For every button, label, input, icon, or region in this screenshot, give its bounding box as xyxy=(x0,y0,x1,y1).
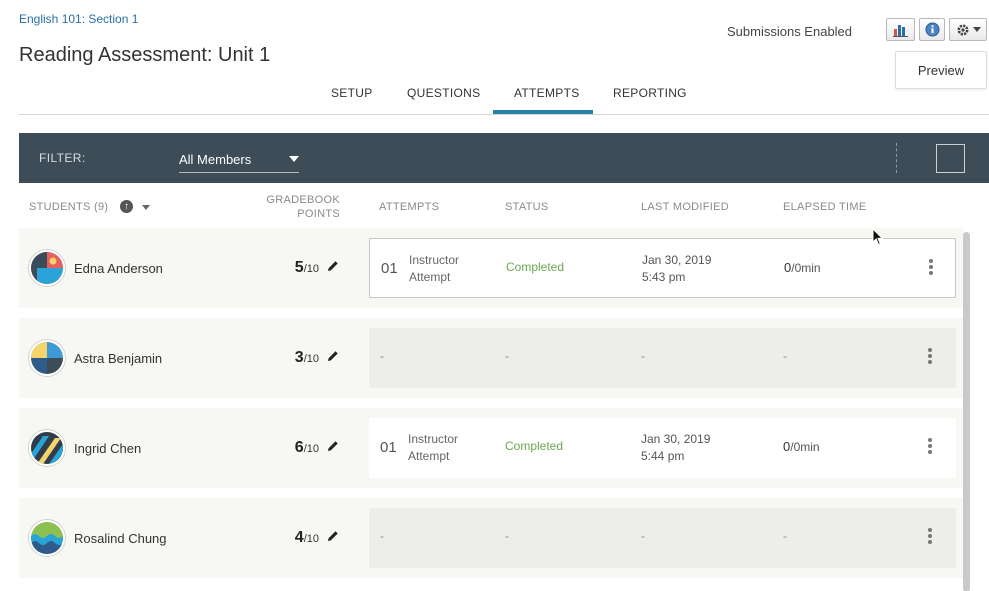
sort-up-icon[interactable]: ↑ xyxy=(120,200,133,213)
reports-button[interactable] xyxy=(886,18,915,41)
elapsed-time: - xyxy=(783,529,787,543)
tab-setup[interactable]: SETUP xyxy=(331,86,373,100)
more-options-icon[interactable] xyxy=(928,259,934,277)
status-badge: - xyxy=(505,529,509,543)
sort-dropdown-icon[interactable] xyxy=(142,205,150,210)
table-row: Ingrid Chen 6/10 01 Instructor Attempt C… xyxy=(19,408,964,488)
bar-chart-icon xyxy=(892,24,908,37)
elapsed-unit: /0min xyxy=(790,440,820,454)
attempt-type: Instructor Attempt xyxy=(408,431,478,465)
attempt-number: 01 xyxy=(381,260,398,277)
attempt-number: - xyxy=(380,529,384,543)
attempt-type-line1: Instructor xyxy=(408,432,459,446)
elapsed-time: - xyxy=(783,349,787,363)
elapsed-time: 0/0min xyxy=(784,260,821,275)
attempt-type-line2: Attempt xyxy=(408,449,450,463)
settings-button[interactable] xyxy=(949,18,987,41)
column-header-students: STUDENTS (9) xyxy=(29,201,109,213)
last-modified-date: Jan 30, 2019 xyxy=(641,432,711,446)
chevron-down-icon xyxy=(972,26,981,32)
tab-bar: SETUP QUESTIONS ATTEMPTS REPORTING xyxy=(0,80,989,114)
attempt-type-line2: Attempt xyxy=(409,270,451,284)
points-total: /10 xyxy=(303,533,319,545)
edit-points-icon[interactable] xyxy=(327,350,339,362)
filter-divider xyxy=(896,143,897,173)
breadcrumb[interactable]: English 101: Section 1 xyxy=(19,12,138,26)
vertical-scrollbar[interactable] xyxy=(963,232,970,591)
column-header-status: STATUS xyxy=(505,201,549,213)
elapsed-time: 0/0min xyxy=(783,439,820,454)
info-button[interactable] xyxy=(919,18,945,41)
edit-points-icon[interactable] xyxy=(327,260,339,272)
last-modified: - xyxy=(641,529,645,543)
member-filter-select[interactable]: All Members xyxy=(179,149,299,173)
edit-points-icon[interactable] xyxy=(327,440,339,452)
avatar xyxy=(29,430,65,466)
gradebook-points: 4/10 xyxy=(259,529,319,547)
attempt-type-line1: Instructor xyxy=(409,253,460,267)
status-badge: Completed xyxy=(506,260,565,274)
last-modified-time: 5:43 pm xyxy=(642,270,686,284)
avatar xyxy=(29,250,65,286)
attempt-card[interactable]: 01 Instructor Attempt Completed Jan 30, … xyxy=(369,418,956,478)
column-header-attempts: ATTEMPTS xyxy=(379,201,440,213)
mouse-cursor-icon xyxy=(872,228,884,246)
points-value: 3 xyxy=(294,349,304,366)
attempt-type: Instructor Attempt xyxy=(409,252,479,286)
tab-attempts[interactable]: ATTEMPTS xyxy=(514,86,580,100)
table-row: Astra Benjamin 3/10 - - - - xyxy=(19,318,964,398)
points-total: /10 xyxy=(303,353,319,365)
points-total: /10 xyxy=(303,263,319,275)
page-title: Reading Assessment: Unit 1 xyxy=(19,44,271,66)
elapsed-unit: /0min xyxy=(791,261,821,275)
attempt-card-empty: - - - - xyxy=(369,328,956,388)
gradebook-points: 3/10 xyxy=(259,349,319,367)
points-value: 4 xyxy=(294,529,304,546)
last-modified-date: Jan 30, 2019 xyxy=(642,253,712,267)
student-name[interactable]: Rosalind Chung xyxy=(74,531,167,546)
gear-icon xyxy=(957,24,968,35)
edit-points-icon[interactable] xyxy=(327,530,339,542)
table-row: Rosalind Chung 4/10 - - - - xyxy=(19,498,964,578)
student-name[interactable]: Ingrid Chen xyxy=(74,441,141,456)
attempt-card[interactable]: 01 Instructor Attempt Completed Jan 30, … xyxy=(369,238,956,298)
filter-bar: FILTER: All Members xyxy=(19,133,989,183)
more-options-icon[interactable] xyxy=(927,528,933,546)
points-total: /10 xyxy=(303,443,319,455)
last-modified: Jan 30, 2019 5:43 pm xyxy=(642,252,711,286)
more-options-icon[interactable] xyxy=(927,348,933,366)
tabs-divider xyxy=(19,114,989,115)
points-value: 6 xyxy=(294,439,304,456)
member-filter-value: All Members xyxy=(179,152,252,167)
tab-reporting[interactable]: REPORTING xyxy=(613,86,687,100)
chevron-down-icon xyxy=(289,156,299,162)
student-name[interactable]: Astra Benjamin xyxy=(74,351,162,366)
column-header-points-line1: GRADEBOOK xyxy=(266,194,340,206)
gradebook-points: 5/10 xyxy=(259,259,319,277)
attempt-number: 01 xyxy=(380,439,397,456)
last-modified-time: 5:44 pm xyxy=(641,449,685,463)
column-header-elapsed-time: ELAPSED TIME xyxy=(783,201,867,213)
attempt-number: - xyxy=(380,349,384,363)
points-value: 5 xyxy=(294,259,304,276)
filter-label: FILTER: xyxy=(39,151,86,165)
column-header-last-modified: LAST MODIFIED xyxy=(641,201,730,213)
last-modified: - xyxy=(641,349,645,363)
status-badge: Completed xyxy=(505,439,564,453)
more-options-icon[interactable] xyxy=(927,438,933,456)
avatar xyxy=(29,520,65,556)
tab-questions[interactable]: QUESTIONS xyxy=(407,86,480,100)
submissions-status: Submissions Enabled xyxy=(727,24,853,39)
select-all-checkbox[interactable] xyxy=(936,144,965,173)
student-name[interactable]: Edna Anderson xyxy=(74,261,163,276)
table-row: Edna Anderson 5/10 01 Instructor Attempt… xyxy=(19,228,964,308)
column-header-points-line2: POINTS xyxy=(297,208,340,220)
avatar xyxy=(29,340,65,376)
attempt-card-empty: - - - - xyxy=(369,508,956,568)
last-modified: Jan 30, 2019 5:44 pm xyxy=(641,431,710,465)
status-badge: - xyxy=(505,349,509,363)
info-icon xyxy=(925,22,939,37)
column-header-points: GRADEBOOK POINTS xyxy=(262,193,340,221)
gradebook-points: 6/10 xyxy=(259,439,319,457)
